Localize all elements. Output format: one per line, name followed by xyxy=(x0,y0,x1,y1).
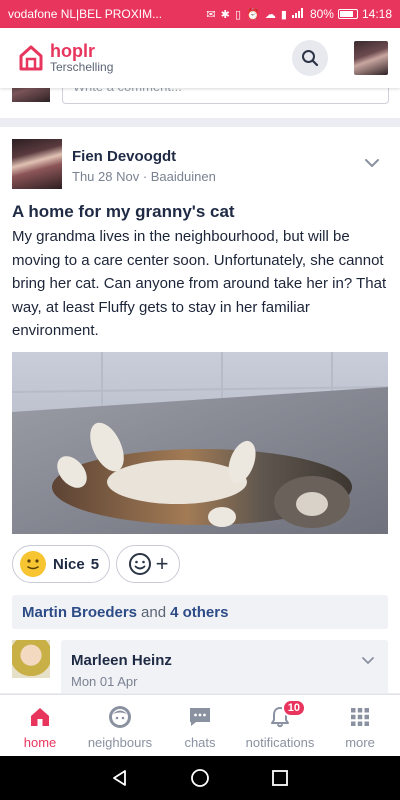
search-icon xyxy=(302,50,319,67)
post-title: A home for my granny's cat xyxy=(12,202,235,221)
nav-neighbours[interactable]: neighbours xyxy=(80,695,160,756)
search-button[interactable] xyxy=(292,40,328,76)
profile-avatar[interactable] xyxy=(354,41,388,75)
nav-chats-label: chats xyxy=(184,735,216,750)
app-name: hoplr xyxy=(50,40,95,61)
battery-icon xyxy=(337,9,358,19)
reaction-count: 5 xyxy=(90,555,100,573)
signal-icon xyxy=(291,7,306,21)
app-header: hoplr Terschelling xyxy=(0,28,400,88)
reactors-summary[interactable]: Martin Broeders and 4 others xyxy=(12,595,388,629)
first-reactor[interactable]: Martin Broeders xyxy=(22,604,137,621)
chats-icon xyxy=(190,708,210,726)
notifications-badge: 10 xyxy=(281,699,306,717)
nav-home-label: home xyxy=(23,735,57,750)
author-name[interactable]: Fien Devoogdt xyxy=(72,148,176,165)
avatar xyxy=(12,88,50,102)
previous-post-footer: Write a comment... xyxy=(0,88,400,118)
post-card: Fien Devoogdt Thu 28 Nov · Baaiduinen A … xyxy=(0,127,400,693)
bottom-nav: home neighbours chats 10 notifications m… xyxy=(0,694,400,756)
commenter-avatar[interactable] xyxy=(12,640,50,678)
status-icons: ✉ ✱ ▯ ⏰ ☁ ▮ xyxy=(206,8,288,21)
nav-more-label: more xyxy=(345,735,375,750)
author-avatar[interactable] xyxy=(12,139,62,189)
home-circle-icon[interactable] xyxy=(190,768,210,788)
recents-icon[interactable] xyxy=(270,768,290,788)
likers-and: and xyxy=(141,603,167,621)
clock: 14:18 xyxy=(361,7,392,21)
post-image[interactable] xyxy=(12,352,388,534)
nav-more[interactable]: more xyxy=(320,695,400,756)
bell-icon-wrap: 10 xyxy=(268,699,306,729)
plus-icon: + xyxy=(155,551,169,576)
neighbourhood-name[interactable]: Terschelling xyxy=(50,61,113,74)
grid-icon xyxy=(351,708,369,726)
add-reaction-button[interactable]: + xyxy=(116,545,181,583)
status-bar: vodafone NL|BEL PROXIM... ✉ ✱ ▯ ⏰ ☁ ▮ 80… xyxy=(0,0,400,28)
comment-date: Mon 01 Apr xyxy=(71,674,138,689)
android-nav-bar xyxy=(0,756,400,800)
chevron-down-icon[interactable] xyxy=(360,652,376,668)
reactions-bar: Nice 5 + xyxy=(12,545,181,585)
post-meta: Thu 28 Nov · Baaiduinen xyxy=(72,169,216,184)
nav-notifications-label: notifications xyxy=(245,735,315,750)
back-icon[interactable] xyxy=(110,768,130,788)
neighbours-icon xyxy=(109,706,131,728)
battery-percent: 80% xyxy=(309,7,334,21)
smiley-outline-icon xyxy=(128,553,151,575)
hoplr-logo-icon xyxy=(19,45,43,71)
nav-home[interactable]: home xyxy=(0,695,80,756)
comment: Marleen Heinz Mon 01 Apr xyxy=(12,640,388,693)
home-icon xyxy=(31,708,49,726)
post-header: Fien Devoogdt Thu 28 Nov · Baaiduinen xyxy=(12,139,388,189)
comment-input[interactable]: Write a comment... xyxy=(62,88,389,104)
nav-neighbours-label: neighbours xyxy=(87,735,153,750)
post-body: My grandma lives in the neighbourhood, b… xyxy=(12,228,387,339)
smiley-emoji-icon xyxy=(20,551,46,577)
nav-chats[interactable]: chats xyxy=(160,695,240,756)
carrier-name: vodafone NL|BEL PROXIM... xyxy=(8,7,163,21)
nav-notifications[interactable]: 10 notifications xyxy=(240,695,320,756)
other-reactors[interactable]: 4 others xyxy=(170,604,228,621)
reaction-label: Nice xyxy=(53,555,85,573)
comment-bubble: Marleen Heinz Mon 01 Apr xyxy=(61,640,388,693)
comment-author[interactable]: Marleen Heinz xyxy=(71,652,172,669)
chevron-down-icon[interactable] xyxy=(362,153,382,173)
nice-reaction-button[interactable]: Nice 5 xyxy=(12,545,111,583)
